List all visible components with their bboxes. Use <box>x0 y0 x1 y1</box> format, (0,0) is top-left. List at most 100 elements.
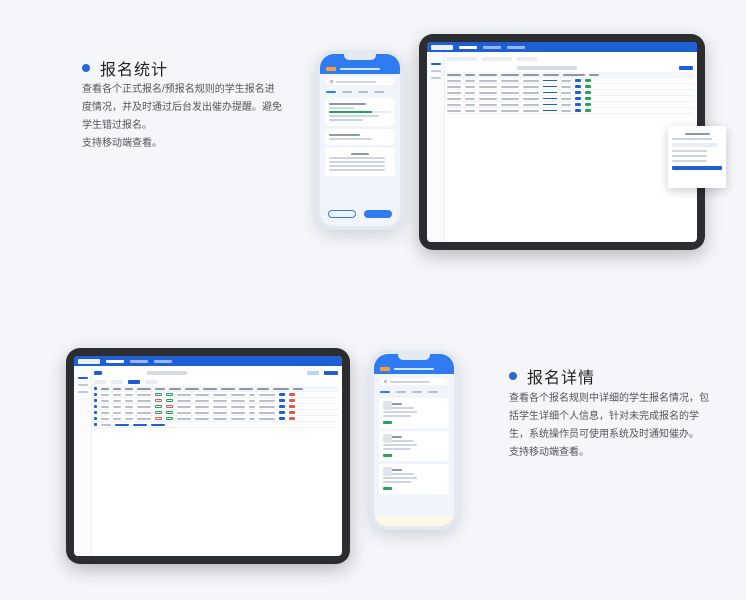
status-badge <box>155 417 162 420</box>
phone-button-row <box>328 210 392 218</box>
student-card[interactable] <box>379 398 449 428</box>
action-button[interactable] <box>575 79 581 82</box>
bullet-dot-icon <box>509 372 517 380</box>
sidebar-item[interactable] <box>78 377 88 379</box>
filter-bar <box>447 54 693 63</box>
phone-primary-button[interactable] <box>364 210 392 218</box>
select-all-checkbox[interactable] <box>94 423 97 426</box>
status-tab[interactable] <box>94 379 106 384</box>
status-tab[interactable] <box>111 379 123 384</box>
student-card[interactable] <box>379 464 449 494</box>
phone-mockup-details <box>370 350 458 530</box>
action-button[interactable] <box>279 417 285 420</box>
action-button[interactable] <box>279 405 285 408</box>
nav-tab[interactable] <box>483 45 501 49</box>
action-button[interactable] <box>575 109 581 112</box>
tablet-sidebar <box>74 366 92 556</box>
tablet-sidebar <box>427 52 445 242</box>
action-button[interactable] <box>585 79 591 82</box>
action-button[interactable] <box>575 91 581 94</box>
row-checkbox[interactable] <box>94 399 97 402</box>
action-button[interactable] <box>289 417 295 420</box>
phone-stats-card[interactable] <box>325 98 395 126</box>
export-button[interactable] <box>324 370 338 375</box>
phone-footer-bar <box>374 516 454 526</box>
action-button[interactable] <box>279 393 285 396</box>
row-checkbox[interactable] <box>94 393 97 396</box>
filter-link[interactable] <box>307 370 319 375</box>
status-tab[interactable] <box>128 379 140 384</box>
nav-tab[interactable] <box>459 45 477 49</box>
action-button[interactable] <box>585 97 591 100</box>
phone-tabs[interactable] <box>374 389 454 395</box>
desc-line: 生，系统操作员可使用系统及时通知催办。 <box>509 429 699 440</box>
action-button[interactable] <box>289 405 295 408</box>
sidebar-item[interactable] <box>78 391 88 393</box>
nav-tab[interactable] <box>106 359 124 363</box>
app-logo <box>431 44 453 50</box>
action-button[interactable] <box>279 411 285 414</box>
back-button[interactable] <box>94 370 102 375</box>
popup-confirm-button[interactable] <box>672 166 722 170</box>
action-button[interactable] <box>585 109 591 112</box>
nav-tab[interactable] <box>507 45 525 49</box>
phone-secondary-button[interactable] <box>328 210 356 218</box>
action-button[interactable] <box>575 97 581 100</box>
status-badge <box>383 421 392 424</box>
status-badge <box>166 399 173 402</box>
action-button[interactable] <box>585 91 591 94</box>
section-title-text: 报名详情 <box>527 370 596 387</box>
tablet-main <box>447 54 693 238</box>
app-logo <box>78 358 100 364</box>
status-badge <box>166 405 173 408</box>
nav-tab[interactable] <box>154 359 172 363</box>
filter-field[interactable] <box>517 56 537 61</box>
section-title-details: 报名详情 <box>509 364 595 388</box>
filter-field[interactable] <box>482 56 512 61</box>
avatar <box>383 401 392 410</box>
action-button[interactable] <box>279 399 285 402</box>
row-checkbox[interactable] <box>94 411 97 414</box>
filter-field[interactable] <box>447 56 477 61</box>
phone-notch <box>344 54 376 60</box>
details-table <box>94 386 338 428</box>
action-button[interactable] <box>575 85 581 88</box>
bullet-dot-icon <box>82 64 90 72</box>
avatar <box>383 467 392 476</box>
sidebar-item[interactable] <box>431 70 441 72</box>
status-badge <box>166 411 173 414</box>
row-checkbox[interactable] <box>94 405 97 408</box>
action-button[interactable] <box>289 411 295 414</box>
phone-screen <box>320 54 400 226</box>
action-button[interactable] <box>289 399 295 402</box>
status-tab[interactable] <box>145 379 157 384</box>
phone-notch <box>398 354 430 360</box>
action-button[interactable] <box>289 393 295 396</box>
sidebar-item[interactable] <box>431 63 441 65</box>
bulk-action-link[interactable] <box>115 423 129 426</box>
table-row[interactable] <box>447 108 693 114</box>
bulk-action-link[interactable] <box>133 423 147 426</box>
status-badge <box>166 393 173 396</box>
phone-stats-card[interactable] <box>325 129 395 145</box>
status-badge <box>166 417 173 420</box>
action-button[interactable] <box>585 85 591 88</box>
sidebar-item[interactable] <box>78 384 88 386</box>
tablet-mockup-details <box>66 348 350 564</box>
export-button[interactable] <box>679 65 693 70</box>
row-checkbox[interactable] <box>94 417 97 420</box>
phone-search-input[interactable] <box>326 78 394 85</box>
phone-screen <box>374 354 454 526</box>
phone-search-input[interactable] <box>380 378 448 385</box>
action-button[interactable] <box>585 103 591 106</box>
sidebar-item[interactable] <box>431 77 441 79</box>
action-button[interactable] <box>575 103 581 106</box>
student-card[interactable] <box>379 431 449 461</box>
phone-detail-list <box>325 148 395 176</box>
nav-tab[interactable] <box>130 359 148 363</box>
phone-tabs[interactable] <box>320 89 400 95</box>
status-badge <box>155 405 162 408</box>
bulk-action-link[interactable] <box>151 423 165 426</box>
status-badge <box>383 454 392 457</box>
status-tabs <box>94 377 338 386</box>
